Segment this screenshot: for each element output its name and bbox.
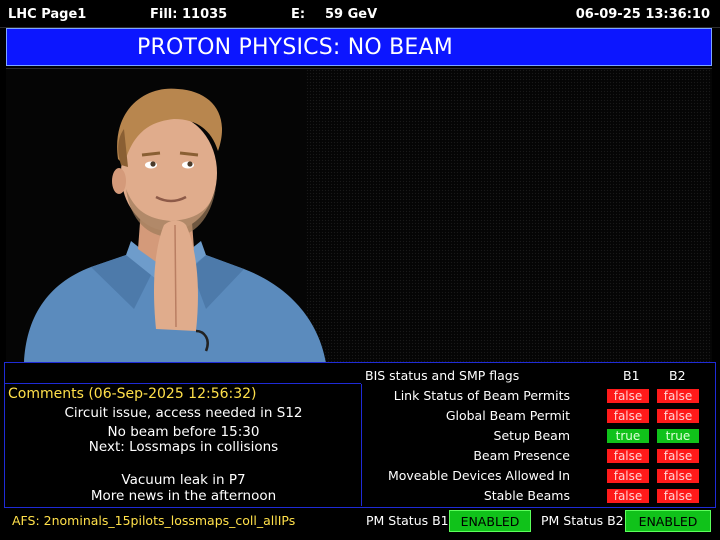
comment-line: More news in the afternoon [90, 488, 277, 504]
flag-label-global-permit: Global Beam Permit [445, 408, 570, 423]
flag-b2-beam-presence: false [657, 449, 699, 463]
fill-number: Fill: 11035 [150, 7, 228, 22]
flag-b1-link-status: false [607, 389, 649, 403]
pm-status-b2-label: PM Status B2 [541, 513, 624, 528]
flag-label-beam-presence: Beam Presence [473, 448, 570, 463]
flag-label-stable-beams: Stable Beams [483, 488, 570, 503]
comment-line: Circuit issue, access needed in S12 [64, 405, 303, 421]
bis-title: BIS status and SMP flags [365, 368, 520, 383]
comments-divider [4, 383, 361, 384]
background-texture [306, 69, 712, 363]
status-banner: PROTON PHYSICS: NO BEAM [6, 28, 712, 66]
flag-b2-global-permit: false [657, 409, 699, 423]
flag-label-link-status: Link Status of Beam Permits [393, 388, 570, 403]
pm-status-b2-badge: ENABLED [625, 510, 711, 532]
top-status-bar: LHC Page1 Fill: 11035 E: 59 GeV 06-09-25… [0, 0, 720, 28]
comments-title: Comments (06-Sep-2025 12:56:32) [8, 386, 257, 402]
flag-b2-link-status: false [657, 389, 699, 403]
afs-status: AFS: 2nominals_15pilots_lossmaps_coll_al… [12, 513, 296, 528]
energy-label: E: [291, 7, 306, 22]
column-header-b2: B2 [669, 368, 686, 383]
flag-b1-stable-beams: false [607, 489, 649, 503]
page-title: LHC Page1 [8, 7, 87, 22]
flag-b1-moveable-devices: false [607, 469, 649, 483]
flag-b2-moveable-devices: false [657, 469, 699, 483]
comment-line: Next: Lossmaps in collisions [88, 439, 279, 455]
flag-b1-setup-beam: true [607, 429, 649, 443]
flag-b2-setup-beam: true [657, 429, 699, 443]
pm-status-b1-badge: ENABLED [449, 510, 531, 532]
hopeful-man-photo [24, 88, 326, 363]
flag-b2-stable-beams: false [657, 489, 699, 503]
main-display [6, 68, 712, 363]
energy-value: 59 GeV [325, 7, 378, 22]
datetime: 06-09-25 13:36:10 [575, 7, 710, 22]
comment-line: No beam before 15:30 [107, 424, 260, 440]
comment-line: Vacuum leak in P7 [121, 472, 246, 488]
flag-label-moveable-devices: Moveable Devices Allowed In [387, 468, 570, 483]
banner-text: PROTON PHYSICS: NO BEAM [137, 35, 453, 60]
flag-label-setup-beam: Setup Beam [493, 428, 570, 443]
flag-b1-beam-presence: false [607, 449, 649, 463]
pm-status-b1-label: PM Status B1 [366, 513, 449, 528]
flag-b1-global-permit: false [607, 409, 649, 423]
column-header-b1: B1 [623, 368, 640, 383]
